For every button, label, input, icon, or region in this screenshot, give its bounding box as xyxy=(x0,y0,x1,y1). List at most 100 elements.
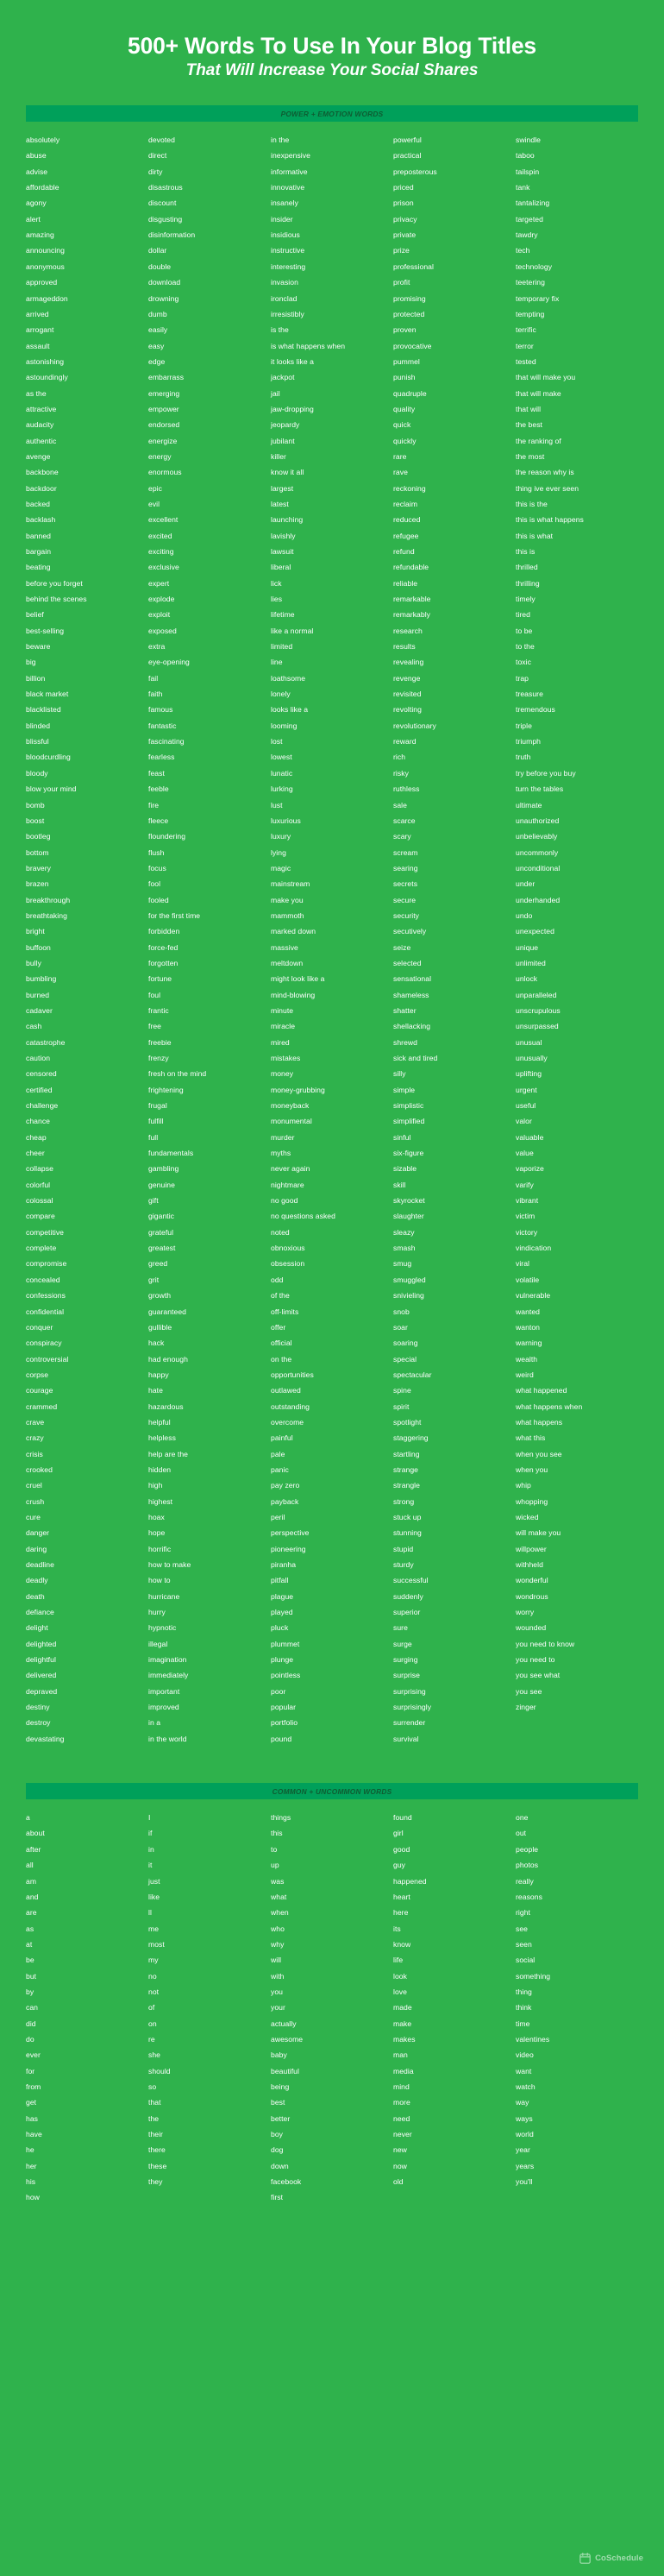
word-item: feast xyxy=(148,768,165,778)
word-item: pitfall xyxy=(271,1576,289,1585)
word-column: absolutely abuse advise affordable agony aler… xyxy=(26,132,148,1747)
word-item: the ranking of xyxy=(516,436,561,445)
word-item: as the xyxy=(26,388,47,398)
word-item: bomb xyxy=(26,800,45,809)
word-item: trap xyxy=(516,673,529,683)
word-item: banned xyxy=(26,531,51,540)
word-item: moneyback xyxy=(271,1101,310,1111)
word-item: quickly xyxy=(393,436,417,445)
word-item: know it all xyxy=(271,468,304,477)
word-item: bloody xyxy=(26,768,48,778)
word-item: improved xyxy=(148,1703,179,1712)
word-item: courage xyxy=(26,1386,53,1395)
word-item: lonely xyxy=(271,690,291,699)
word-item: money xyxy=(271,1069,294,1079)
word-item: and xyxy=(26,1892,39,1901)
word-item: superior xyxy=(393,1608,421,1617)
word-item: meltdown xyxy=(271,958,304,967)
word-item: jeopardy xyxy=(271,420,300,430)
word-item: outstanding xyxy=(271,1401,310,1411)
word-item: faith xyxy=(148,690,163,699)
word-item: scarce xyxy=(393,816,416,825)
page-subtitle: That Will Increase Your Social Shares xyxy=(185,61,479,80)
word-item: old xyxy=(393,2177,404,2187)
word-item: profit xyxy=(393,278,410,287)
word-item: crammed xyxy=(26,1401,58,1411)
word-item: mind-blowing xyxy=(271,990,316,999)
word-item: liberal xyxy=(271,563,291,572)
word-item: undo xyxy=(516,910,533,920)
word-item: dirty xyxy=(148,167,163,176)
word-item: you see xyxy=(516,1686,542,1696)
word-item: rare xyxy=(393,451,407,461)
word-item: whip xyxy=(516,1481,531,1490)
word-item: look xyxy=(393,1971,407,1981)
word-item: grit xyxy=(148,1275,160,1284)
word-item: his xyxy=(26,2177,36,2187)
word-item: strangle xyxy=(393,1481,420,1490)
word-item: sturdy xyxy=(393,1560,414,1569)
word-item: depraved xyxy=(26,1686,58,1696)
word-item: reduced xyxy=(393,515,421,525)
word-item: cruel xyxy=(26,1481,42,1490)
word-item: confessions xyxy=(26,1291,66,1301)
word-item: minute xyxy=(271,1005,294,1015)
word-item: not xyxy=(148,1987,160,1996)
word-item: frantic xyxy=(148,1005,169,1015)
word-item: myths xyxy=(271,1149,291,1158)
word-item: six-figure xyxy=(393,1149,424,1158)
word-item: bottom xyxy=(26,847,49,857)
word-item: greed xyxy=(148,1259,168,1269)
word-item: photos xyxy=(516,1861,539,1870)
word-item: technology xyxy=(516,261,553,271)
word-item: what happened xyxy=(516,1386,567,1395)
word-item: overcome xyxy=(271,1417,304,1427)
word-item: secrets xyxy=(393,879,418,889)
word-item: research xyxy=(393,626,423,635)
word-item: discount xyxy=(148,198,177,208)
word-item: thing xyxy=(516,1987,532,1996)
word-item: delighted xyxy=(26,1639,57,1648)
word-item: lifetime xyxy=(271,610,295,620)
word-item: perspective xyxy=(271,1528,310,1538)
word-item: social xyxy=(516,1956,536,1965)
word-item: tawdry xyxy=(516,230,538,240)
word-item: about xyxy=(26,1829,45,1838)
word-item: revolting xyxy=(393,705,422,715)
word-item: ways xyxy=(516,2113,533,2123)
word-item: boy xyxy=(271,2130,284,2138)
word-item: bootleg xyxy=(26,832,51,841)
word-item: see xyxy=(516,1924,529,1933)
word-item: what happens xyxy=(516,1417,563,1427)
word-item: instructive xyxy=(271,246,305,255)
word-item: unexpected xyxy=(516,927,554,936)
word-item: destroy xyxy=(26,1718,51,1728)
word-item: turn the tables xyxy=(516,784,564,794)
word-item: armageddon xyxy=(26,293,68,303)
word-item: exciting xyxy=(148,547,174,556)
word-item: official xyxy=(271,1338,292,1348)
word-item: with xyxy=(271,1971,285,1981)
word-item: backlash xyxy=(26,515,56,525)
word-item: revolutionary xyxy=(393,721,436,730)
word-item: ultimate xyxy=(516,800,542,809)
word-item: first xyxy=(271,2193,284,2202)
word-item: brazen xyxy=(26,879,49,889)
word-item: poor xyxy=(271,1686,286,1696)
word-item: unauthorized xyxy=(516,816,560,825)
word-item: insider xyxy=(271,214,293,224)
word-item: but xyxy=(26,1971,37,1981)
word-item: to be xyxy=(516,626,533,635)
word-item: ruthless xyxy=(393,784,420,794)
word-item: remarkable xyxy=(393,595,431,604)
word-item: unlimited xyxy=(516,958,546,967)
word-item: cash xyxy=(26,1022,42,1031)
word-item: looming xyxy=(271,721,298,730)
word-item: panic xyxy=(271,1464,289,1474)
word-item: after xyxy=(26,1844,41,1854)
word-item: urgent xyxy=(516,1085,537,1094)
brand-name: CoSchedule xyxy=(595,2554,643,2563)
word-item: warning xyxy=(516,1338,542,1348)
word-item: silly xyxy=(393,1069,406,1079)
word-item: crush xyxy=(26,1496,45,1506)
